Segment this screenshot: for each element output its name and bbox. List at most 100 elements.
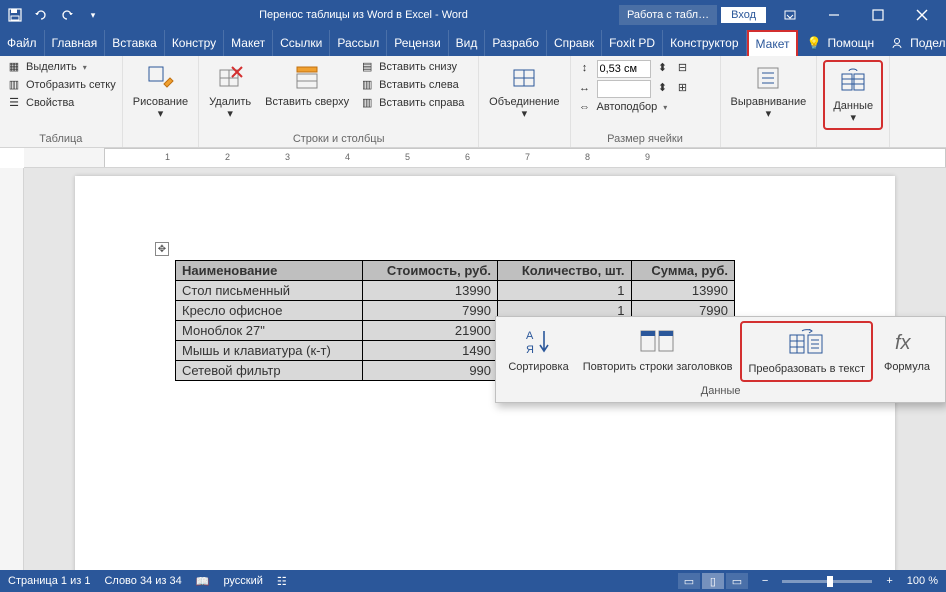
view-gridlines-button[interactable]: ▥Отобразить сетку bbox=[6, 78, 116, 94]
properties-button[interactable]: ☰Свойства bbox=[6, 96, 116, 112]
qat-more-icon[interactable]: ▾ bbox=[84, 6, 102, 24]
tab-constructor[interactable]: Конструктор bbox=[663, 30, 746, 56]
table-cell[interactable]: 1 bbox=[498, 281, 632, 301]
undo-icon[interactable] bbox=[32, 6, 50, 24]
lightbulb-icon: 💡 bbox=[806, 36, 821, 50]
table-cell[interactable]: 1490 bbox=[362, 341, 497, 361]
table-cell[interactable]: Кресло офисное bbox=[176, 301, 363, 321]
save-icon[interactable] bbox=[6, 6, 24, 24]
tab-foxit[interactable]: Foxit PD bbox=[602, 30, 663, 56]
zoom-in-icon[interactable]: + bbox=[886, 575, 892, 587]
accessibility-icon[interactable]: ☷ bbox=[277, 575, 287, 588]
close-icon[interactable] bbox=[902, 0, 942, 30]
ruler-horizontal[interactable]: 12 34 56 78 9 bbox=[24, 148, 946, 168]
zoom-slider[interactable] bbox=[782, 580, 872, 583]
table-cell[interactable]: 21900 bbox=[362, 321, 497, 341]
convert-to-text-button[interactable]: Преобразовать в текст bbox=[740, 321, 873, 382]
ruler-vertical[interactable] bbox=[0, 168, 24, 570]
maximize-icon[interactable] bbox=[858, 0, 898, 30]
table-cell[interactable]: Сетевой фильтр bbox=[176, 361, 363, 381]
tab-file[interactable]: Файл bbox=[0, 30, 45, 56]
insert-above-icon bbox=[291, 62, 323, 94]
merge-button[interactable]: Объединение▾ bbox=[485, 60, 563, 122]
formula-button[interactable]: fx Формула bbox=[875, 321, 939, 382]
data-button[interactable]: Данные▾ bbox=[827, 64, 879, 126]
row-height-input[interactable] bbox=[597, 60, 651, 78]
insert-above-button[interactable]: Вставить сверху bbox=[261, 60, 353, 122]
select-button[interactable]: ▦Выделить bbox=[6, 60, 116, 76]
formula-icon: fx bbox=[888, 325, 926, 359]
view-read-icon[interactable]: ▭ bbox=[678, 573, 700, 589]
insert-below-button[interactable]: ▤Вставить снизу bbox=[359, 60, 464, 76]
spellcheck-icon[interactable]: 📖 bbox=[196, 575, 210, 588]
autofit-button[interactable]: ⇔Автоподбор bbox=[577, 100, 691, 116]
signin-button[interactable]: Вход bbox=[721, 7, 766, 23]
distribute-cols-icon[interactable]: ⊞ bbox=[675, 81, 691, 97]
tab-help[interactable]: Справк bbox=[547, 30, 602, 56]
ribbon-options-icon[interactable] bbox=[770, 0, 810, 30]
delete-button[interactable]: Удалить▾ bbox=[205, 60, 255, 122]
tab-home[interactable]: Главная bbox=[45, 30, 106, 56]
status-language[interactable]: русский bbox=[223, 575, 262, 587]
status-bar: Страница 1 из 1 Слово 34 из 34 📖 русский… bbox=[0, 570, 946, 592]
view-print-icon[interactable]: ▯ bbox=[702, 573, 724, 589]
zoom-level[interactable]: 100 % bbox=[907, 575, 938, 587]
th-qty[interactable]: Количество, шт. bbox=[498, 261, 632, 281]
table-cell[interactable]: Мышь и клавиатура (к-т) bbox=[176, 341, 363, 361]
view-web-icon[interactable]: ▭ bbox=[726, 573, 748, 589]
tab-developer[interactable]: Разрабо bbox=[485, 30, 547, 56]
draw-button[interactable]: Рисование▾ bbox=[129, 60, 192, 122]
alignment-button[interactable]: Выравнивание▾ bbox=[727, 60, 811, 122]
distribute-rows-icon[interactable]: ⊟ bbox=[675, 61, 691, 77]
th-name[interactable]: Наименование bbox=[176, 261, 363, 281]
table-cell[interactable]: 7990 bbox=[362, 301, 497, 321]
table-cell[interactable]: Стол письменный bbox=[176, 281, 363, 301]
ribbon: ▦Выделить ▥Отобразить сетку ☰Свойства Та… bbox=[0, 56, 946, 148]
insert-right-button[interactable]: ▥Вставить справа bbox=[359, 96, 464, 112]
tab-review[interactable]: Рецензи bbox=[387, 30, 448, 56]
tab-mailings[interactable]: Рассыл bbox=[330, 30, 387, 56]
tab-references[interactable]: Ссылки bbox=[273, 30, 330, 56]
tab-layout[interactable]: Макет bbox=[224, 30, 273, 56]
redo-icon[interactable] bbox=[58, 6, 76, 24]
table-cell[interactable]: Моноблок 27" bbox=[176, 321, 363, 341]
group-rowscols-label: Строки и столбцы bbox=[205, 131, 472, 145]
table-cell[interactable]: 990 bbox=[362, 361, 497, 381]
spinner-icon[interactable]: ⬍ bbox=[655, 61, 671, 77]
dropdown-group-label: Данные bbox=[502, 382, 939, 400]
table-cell[interactable]: 13990 bbox=[362, 281, 497, 301]
pencil-icon bbox=[144, 62, 176, 94]
workspace: ✥ Наименование Стоимость, руб. Количеств… bbox=[0, 168, 946, 570]
tell-me[interactable]: 💡Помощн bbox=[798, 30, 882, 56]
insert-below-icon: ▤ bbox=[359, 60, 375, 76]
tab-insert[interactable]: Вставка bbox=[105, 30, 165, 56]
th-sum[interactable]: Сумма, руб. bbox=[631, 261, 734, 281]
ribbon-tabs: Файл Главная Вставка Констру Макет Ссылк… bbox=[0, 30, 946, 56]
insert-right-icon: ▥ bbox=[359, 96, 375, 112]
tab-design[interactable]: Констру bbox=[165, 30, 224, 56]
data-dropdown-panel: АЯ Сортировка Повторить строки заголовко… bbox=[495, 316, 946, 403]
repeat-header-button[interactable]: Повторить строки заголовков bbox=[577, 321, 739, 382]
tab-view[interactable]: Вид bbox=[449, 30, 486, 56]
properties-icon: ☰ bbox=[6, 96, 22, 112]
group-draw: Рисование▾ bbox=[123, 56, 199, 147]
table-cell[interactable]: 13990 bbox=[631, 281, 734, 301]
group-alignment: Выравнивание▾ bbox=[721, 56, 818, 147]
select-icon: ▦ bbox=[6, 60, 22, 76]
sort-button[interactable]: АЯ Сортировка bbox=[502, 321, 574, 382]
share-button[interactable]: Поделиться bbox=[882, 30, 946, 56]
insert-left-button[interactable]: ▥Вставить слева bbox=[359, 78, 464, 94]
status-page[interactable]: Страница 1 из 1 bbox=[8, 575, 90, 587]
minimize-icon[interactable] bbox=[814, 0, 854, 30]
table-move-handle[interactable]: ✥ bbox=[155, 242, 169, 256]
spinner-icon[interactable]: ⬍ bbox=[655, 81, 671, 97]
tab-table-layout[interactable]: Макет bbox=[747, 30, 799, 56]
merge-icon bbox=[508, 62, 540, 94]
th-cost[interactable]: Стоимость, руб. bbox=[362, 261, 497, 281]
table-row[interactable]: Стол письменный13990113990 bbox=[176, 281, 735, 301]
zoom-out-icon[interactable]: − bbox=[762, 575, 768, 587]
group-cellsize-label: Размер ячейки bbox=[577, 131, 714, 145]
status-words[interactable]: Слово 34 из 34 bbox=[104, 575, 181, 587]
group-data: Данные▾ bbox=[817, 56, 890, 147]
col-width-input[interactable] bbox=[597, 80, 651, 98]
